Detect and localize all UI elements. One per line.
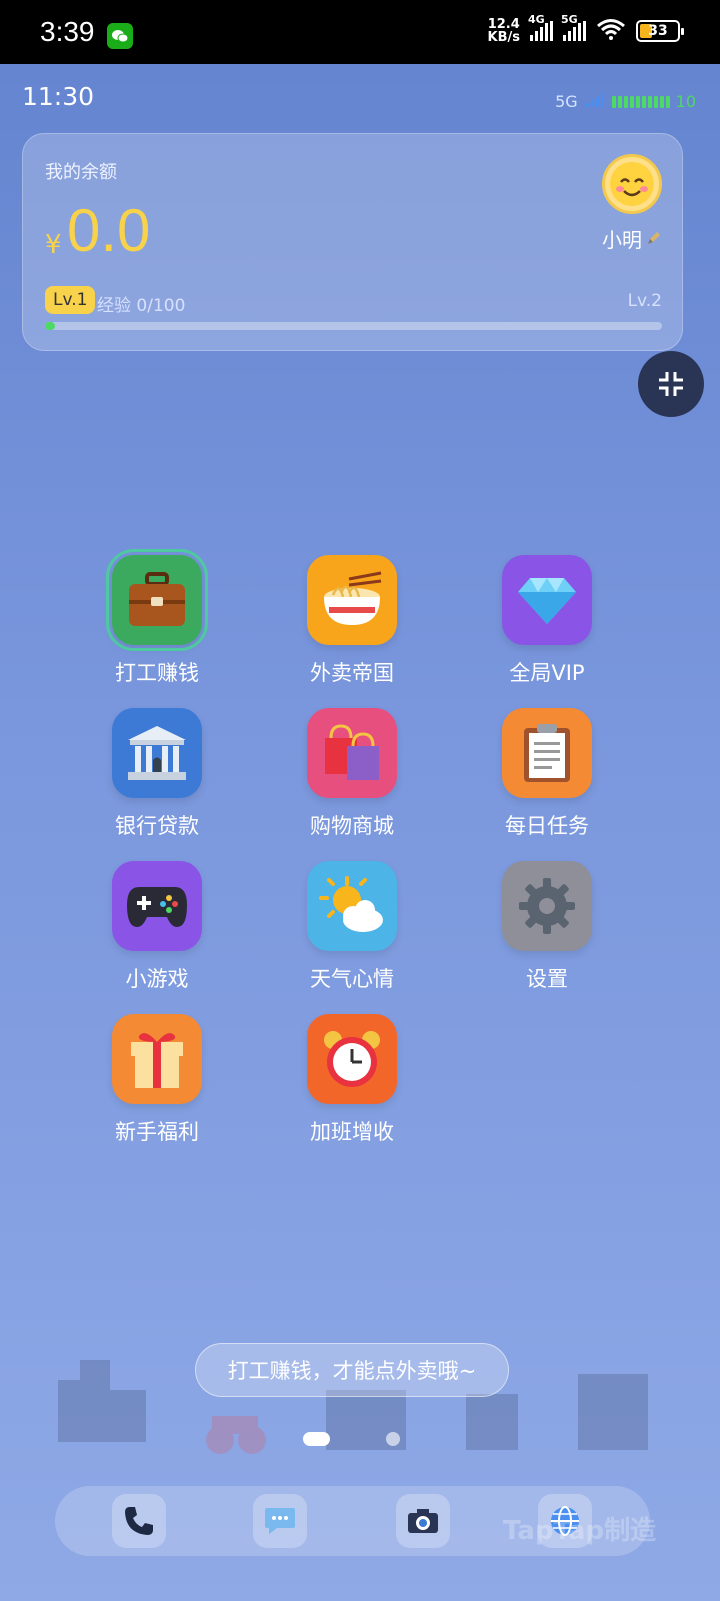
page-dot[interactable] (386, 1432, 400, 1446)
watermark: TapTap制造 (503, 1516, 657, 1546)
in-app-time: 11:30 (22, 82, 95, 111)
app-settings[interactable]: 设置 (472, 861, 622, 993)
username[interactable]: 小明 (602, 224, 662, 253)
experience-progress-fill (45, 322, 55, 330)
phone-icon[interactable] (112, 1494, 166, 1548)
app-overtime-income[interactable]: 加班增收 (277, 1014, 427, 1146)
message-icon[interactable] (253, 1494, 307, 1548)
balance-label: 我的余额 (45, 162, 117, 183)
camera-icon[interactable] (396, 1494, 450, 1548)
gift-icon[interactable] (112, 1014, 202, 1104)
app-mini-games[interactable]: 小游戏 (82, 861, 232, 993)
collapse-icon (659, 372, 683, 396)
bank-icon[interactable] (112, 708, 202, 798)
wechat-notification-icon (107, 23, 133, 49)
system-status-bar: 3:39 12.4 KB/s 4G 5G 33 (0, 0, 720, 64)
network-speed: 12.4 KB/s (487, 17, 520, 45)
signal-icon (585, 92, 604, 111)
experience-text: 经验 0/100 (97, 296, 186, 316)
diamond-icon[interactable] (502, 555, 592, 645)
hint-toast: 打工赚钱，才能点外卖哦~ (195, 1343, 509, 1397)
gear-icon[interactable] (502, 861, 592, 951)
alarm-clock-icon[interactable] (307, 1014, 397, 1104)
wifi-icon (596, 18, 626, 44)
in-app-status: 5G 10 (555, 92, 696, 111)
balance-amount: 0.0 (67, 197, 151, 264)
in-app-battery-icon: 10 (611, 92, 696, 111)
app-global-vip[interactable]: 全局VIP (472, 555, 622, 687)
signal-4g-icon: 4G (528, 13, 553, 41)
app-bank-loan[interactable]: 银行贷款 (82, 708, 232, 840)
sun-cloud-icon[interactable] (307, 861, 397, 951)
app-shopping-mall[interactable]: 购物商城 (277, 708, 427, 840)
app-takeout-empire[interactable]: 外卖帝国 (277, 555, 427, 687)
next-level: Lv.2 (627, 291, 662, 311)
collapse-button[interactable] (638, 351, 704, 417)
app-work-earn[interactable]: 打工赚钱 (82, 549, 232, 687)
page-indicator[interactable] (303, 1432, 400, 1446)
noodle-bowl-icon[interactable] (307, 555, 397, 645)
app-newbie-bonus[interactable]: 新手福利 (82, 1014, 232, 1146)
battery-icon: 33 (636, 20, 684, 42)
signal-5g-icon: 5G (561, 13, 586, 41)
gamepad-icon[interactable] (112, 861, 202, 951)
currency-symbol: ¥ (45, 230, 62, 260)
experience-progress-bar (45, 322, 662, 330)
avatar[interactable] (602, 154, 662, 214)
page-dot-active[interactable] (303, 1432, 330, 1446)
briefcase-icon[interactable] (106, 549, 208, 651)
balance-card: 我的余额 ¥ 0.0 小明 Lv.1 经验 0/100 Lv.2 (22, 133, 683, 351)
edit-pencil-icon[interactable] (646, 227, 662, 251)
clipboard-icon[interactable] (502, 708, 592, 798)
level-badge: Lv.1 (45, 286, 96, 314)
network-label: 5G (555, 92, 578, 111)
app-weather-mood[interactable]: 天气心情 (277, 861, 427, 993)
shopping-bags-icon[interactable] (307, 708, 397, 798)
app-daily-tasks[interactable]: 每日任务 (472, 708, 622, 840)
system-time: 3:39 (40, 16, 95, 47)
